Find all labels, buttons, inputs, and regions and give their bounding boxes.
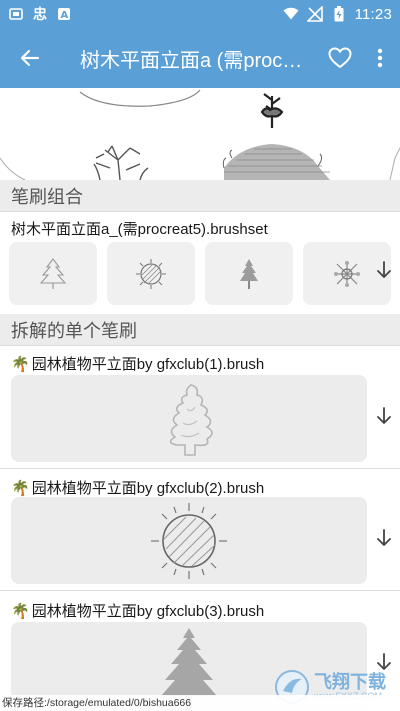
- brush-item-title-2: 🌴 园林植物平立面by gfxclub(2).brush: [11, 477, 264, 498]
- pine-tree-thumbnail-icon: [240, 258, 258, 289]
- tree-thumbnail-icon: [39, 257, 67, 289]
- favorite-button[interactable]: [317, 28, 363, 88]
- palm-tree-icon: 🌴: [11, 355, 30, 373]
- brush-filename-1: 园林植物平立面by gfxclub(1).brush: [31, 356, 265, 373]
- palm-tree-icon: 🌴: [11, 602, 30, 620]
- section-header-single-brushes: 拆解的单个笔刷: [0, 314, 400, 346]
- arrow-down-icon: [377, 407, 391, 424]
- heart-outline-icon: [328, 47, 352, 69]
- download-brush-2-button[interactable]: [372, 526, 396, 550]
- tree-sketch-illustration: [0, 89, 400, 180]
- page-title: 树木平面立面a (需procreat5): [80, 49, 305, 72]
- status-time: 11:23: [354, 5, 392, 23]
- section-header-brush-set: 笔刷组合: [0, 180, 400, 212]
- brush-preview-1[interactable]: [11, 375, 367, 462]
- battery-charging-icon: [331, 6, 347, 22]
- brushset-filename-text: 树木平面立面a_(需procreat5).brushset: [11, 221, 268, 238]
- save-path-footer: 保存路径:/storage/emulated/0/bishua666: [0, 695, 400, 711]
- brush-filename-2: 园林植物平立面by gfxclub(2).brush: [31, 480, 265, 497]
- download-brush-1-button[interactable]: [372, 404, 396, 428]
- back-button[interactable]: [0, 28, 60, 88]
- brushset-thumbnail-3[interactable]: [205, 242, 293, 305]
- brushset-thumbnail-2[interactable]: [107, 242, 195, 305]
- divider: [0, 590, 400, 591]
- brushset-filename: 树木平面立面a_(需procreat5).brushset: [11, 218, 268, 239]
- sun-circle-thumbnail-icon: [136, 258, 166, 289]
- hero-preview-image: [0, 88, 400, 180]
- status-left-icons: 忠 A: [8, 6, 72, 22]
- brush-filename-3: 园林植物平立面by gfxclub(3).brush: [31, 603, 265, 620]
- brush-preview-2[interactable]: [11, 497, 367, 584]
- svg-text:忠: 忠: [33, 7, 47, 22]
- app-bar: 树木平面立面a (需procreat5): [0, 28, 400, 88]
- more-options-button[interactable]: [363, 28, 397, 88]
- wifi-icon: [283, 6, 299, 22]
- tree-elevation-preview: [169, 383, 213, 456]
- status-bar: 忠 A 11:23: [0, 0, 400, 28]
- bug-icon: 忠: [32, 6, 48, 22]
- status-right-icons: 11:23: [283, 6, 392, 23]
- watermark-text: 飞翔下载: [314, 672, 386, 692]
- text-icon: A: [56, 6, 72, 22]
- arrow-down-icon: [377, 261, 391, 278]
- divider: [0, 468, 400, 469]
- more-vert-icon: [377, 48, 383, 68]
- brushset-thumbnail-1[interactable]: [9, 242, 97, 305]
- arrow-left-icon: [20, 49, 40, 67]
- palm-tree-icon: 🌴: [11, 479, 30, 497]
- download-brushset-button[interactable]: [372, 258, 396, 282]
- brush-item-title-3: 🌴 园林植物平立面by gfxclub(3).brush: [11, 600, 264, 621]
- notification-icon: [8, 6, 24, 22]
- signal-off-icon: [306, 6, 323, 22]
- sun-plan-preview: [151, 502, 227, 579]
- arrow-down-icon: [377, 529, 391, 546]
- svg-text:A: A: [61, 10, 69, 21]
- brush-item-title-1: 🌴 园林植物平立面by gfxclub(1).brush: [11, 353, 264, 374]
- flower-star-thumbnail-icon: [334, 260, 360, 287]
